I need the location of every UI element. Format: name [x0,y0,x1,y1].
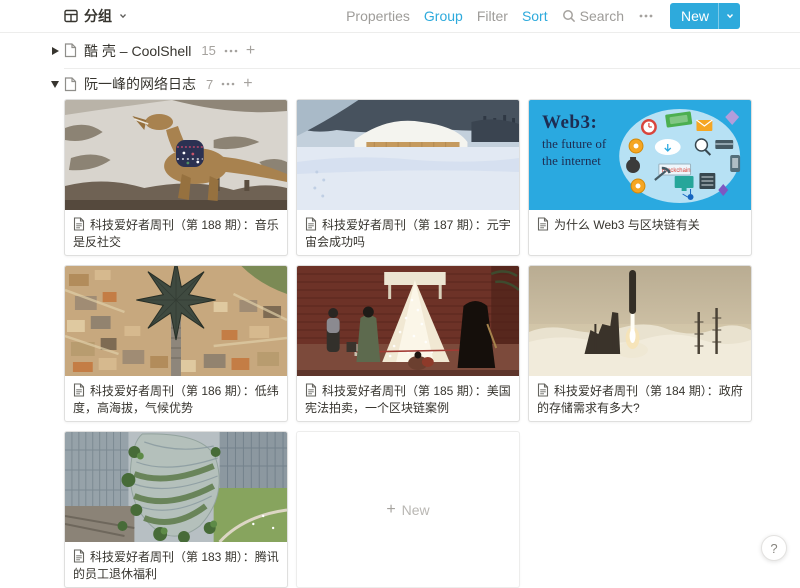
view-toolbar: 分组 Properties Group Filter Sort Search N… [0,0,800,33]
chevron-down-icon [118,11,128,21]
search-icon [562,9,576,23]
new-button[interactable]: New [670,3,740,29]
plus-icon: + [243,76,252,92]
group-more-button[interactable] [223,44,239,58]
group-count: 7 [206,77,213,92]
card-title: 科技爱好者周刊（第 186 期）：低纬度，高海拔，气候优势 [65,376,287,417]
help-button[interactable]: ? [761,535,787,561]
document-icon [305,383,317,397]
card-title: 科技爱好者周刊（第 184 期）：政府的存储需求有多大? [529,376,751,417]
page-icon [64,43,77,58]
document-icon [537,217,549,231]
cover-glass-star-cityscape [65,266,287,376]
gallery-card[interactable]: 科技爱好者周刊（第 184 期）：政府的存储需求有多大? [528,265,752,422]
search-button[interactable]: Search [562,8,624,24]
gallery-card[interactable]: 科技爱好者周刊（第 187 期）：元宇宙会成功吗 [296,99,520,256]
more-icon [223,44,239,58]
new-card-label: New [402,502,430,518]
plus-icon: + [246,43,255,59]
card-title: 科技爱好者周刊（第 185 期）：美国宪法拍卖，一个区块链案例 [297,376,519,417]
card-title: 为什么 Web3 与区块链有关 [529,210,751,234]
toolbar-actions: Properties Group Filter Sort Search New [346,3,740,29]
gallery-new-card-button[interactable]: + New [296,431,520,588]
group-collapse-toggle[interactable] [49,78,61,90]
group-name: 阮一峰的网络日志 [84,74,196,94]
view-name: 分组 [84,6,112,26]
group-button[interactable]: Group [424,8,463,24]
group-row-ruanyifeng: 阮一峰的网络日志 7 + [64,69,800,99]
triangle-down-icon [51,81,59,88]
cover-snow-dome-building [297,100,519,210]
gallery-grid: 科技爱好者周刊（第 188 期）：音乐是反社交 [64,99,800,588]
document-icon [537,383,549,397]
filter-button[interactable]: Filter [477,8,508,24]
group-add-button[interactable]: + [243,76,252,92]
more-icon[interactable] [638,9,654,23]
card-title: 科技爱好者周刊（第 183 期）：腾讯的员工退休福利 [65,542,287,583]
triangle-right-icon [52,47,59,55]
group-more-button[interactable] [220,77,236,91]
group-count: 15 [201,43,215,58]
gallery-card[interactable]: Blockchain Web3: the future of the inter… [528,99,752,256]
card-title: 科技爱好者周刊（第 187 期）：元宇宙会成功吗 [297,210,519,251]
gallery-card[interactable]: 科技爱好者周刊（第 188 期）：音乐是反社交 [64,99,288,256]
group-expand-toggle[interactable] [49,45,61,57]
cover-spiral-glass-tower [65,432,287,542]
search-label: Search [580,8,624,24]
document-icon [73,383,85,397]
card-title: 科技爱好者周刊（第 188 期）：音乐是反社交 [65,210,287,251]
cover-rocket-launch [529,266,751,376]
plus-icon: + [386,502,395,518]
gallery-card[interactable]: 科技爱好者周刊（第 183 期）：腾讯的员工退休福利 [64,431,288,588]
table-view-icon [64,9,78,23]
sort-button[interactable]: Sort [522,8,548,24]
page-icon [64,77,77,92]
gallery-card[interactable]: 科技爱好者周刊（第 186 期）：低纬度，高海拔，气候优势 [64,265,288,422]
document-icon [73,549,85,563]
properties-button[interactable]: Properties [346,8,410,24]
group-add-button[interactable]: + [246,43,255,59]
view-switcher[interactable]: 分组 [64,6,128,26]
gallery-card[interactable]: 科技爱好者周刊（第 185 期）：美国宪法拍卖，一个区块链案例 [296,265,520,422]
new-button-label: New [670,3,718,29]
more-icon [220,77,236,91]
group-row-coolshell: 酷 壳 – CoolShell 15 + [64,33,800,69]
chevron-down-icon [725,11,735,21]
help-label: ? [770,541,777,556]
document-icon [73,217,85,231]
group-name: 酷 壳 – CoolShell [84,41,191,61]
cover-trex-museum [65,100,287,210]
cover-illuminated-tent-night [297,266,519,376]
new-dropdown-button[interactable] [718,3,740,29]
cover-web3-infographic: Blockchain Web3: the future of the inter… [529,100,751,210]
document-icon [305,217,317,231]
